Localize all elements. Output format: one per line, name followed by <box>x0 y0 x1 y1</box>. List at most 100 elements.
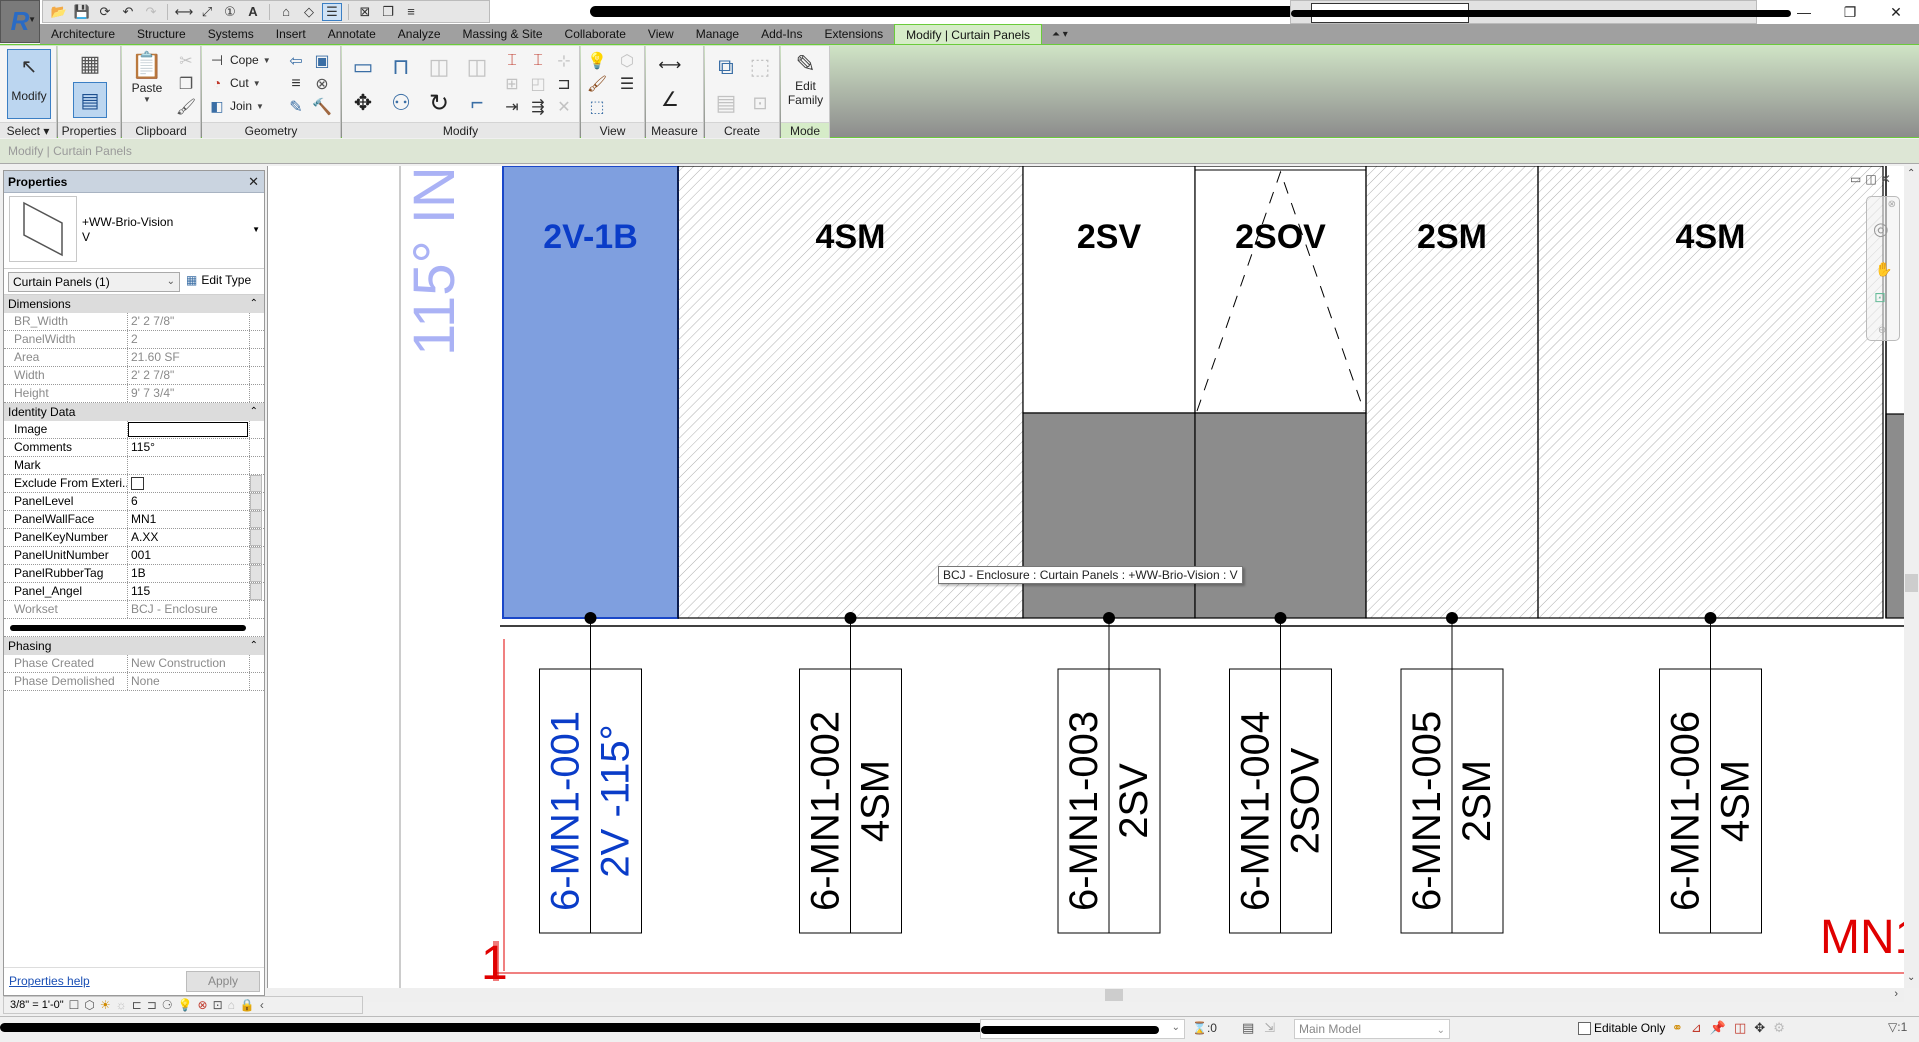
join-roof-icon[interactable]: ≡ <box>284 73 308 95</box>
save-icon[interactable]: 💾 <box>72 3 92 21</box>
drawing-canvas[interactable]: 115° IN 2V-1B 4SM 2SV 2SOV 2SM 4SM 6-MN1-001 2… <box>267 166 1904 988</box>
restore-view-icon[interactable]: ◫ <box>1865 172 1876 186</box>
design-option-select[interactable]: Main Model ⌄ <box>1294 1019 1450 1039</box>
text-icon[interactable]: A <box>243 3 263 21</box>
curtain-panel[interactable]: 4SM <box>677 166 1024 619</box>
associate-parameter-button[interactable] <box>250 547 262 564</box>
edit-type-button[interactable]: ▦ Edit Type <box>186 273 251 287</box>
spandrel[interactable] <box>1194 412 1367 619</box>
panel-tag[interactable]: 6-MN1-006 4SM <box>1659 612 1762 934</box>
select-links-icon[interactable]: ⚭ <box>1672 1020 1683 1036</box>
show-analytical-icon[interactable]: ⌂ <box>228 998 235 1012</box>
show-crop-icon[interactable]: ⊐ <box>147 998 157 1012</box>
close-navbar-icon[interactable]: ⊗ <box>1888 199 1896 210</box>
panel-tag[interactable]: 6-MN1-004 2SOV <box>1229 612 1332 934</box>
scroll-up-icon[interactable]: ⌃ <box>1907 168 1915 179</box>
vertical-scrollbar[interactable]: ⌃ ⌄ <box>1904 166 1919 988</box>
trim-extend-icon[interactable]: ⌐ <box>462 88 492 118</box>
tab-analyze[interactable]: Analyze <box>387 24 452 44</box>
tab-add-ins[interactable]: Add-Ins <box>750 24 813 44</box>
open-icon[interactable]: 📂 <box>49 3 69 21</box>
pan-icon[interactable]: ✋ <box>1875 261 1892 278</box>
wall-joins-icon[interactable]: ⇦ <box>284 50 308 72</box>
drag-on-selection-icon[interactable]: ✥ <box>1754 1020 1765 1036</box>
redo-icon[interactable]: ↷ <box>141 3 161 21</box>
property-value[interactable] <box>128 421 250 438</box>
demolish-icon[interactable]: ⊗ <box>310 73 334 95</box>
scroll-thumb[interactable] <box>1105 989 1123 1001</box>
zoom-region-icon[interactable]: ⊡ <box>1874 289 1886 306</box>
collapse-icon[interactable]: ⌃ <box>250 403 258 421</box>
copy-icon[interactable]: ❐ <box>174 73 198 95</box>
create-parts-icon[interactable]: ▤ <box>711 88 741 118</box>
array-icon[interactable]: ⊞ <box>500 73 524 95</box>
create-group-icon[interactable]: ⊡ <box>745 88 775 118</box>
property-value[interactable]: A.XX <box>128 529 250 546</box>
curtain-panel[interactable]: 4SM <box>1537 166 1884 619</box>
paste-button[interactable]: 📋 Paste ▼ <box>128 50 166 118</box>
visual-style-icon[interactable]: ⬡ <box>84 998 94 1012</box>
curtain-panel[interactable]: 2SOV <box>1194 166 1367 619</box>
navbar-options-icon[interactable]: ⊖ <box>1878 325 1886 336</box>
temporary-hide-icon[interactable]: ⚆ <box>162 998 173 1012</box>
filter-icon[interactable]: ▽:1 <box>1888 1020 1907 1034</box>
collapse-icon[interactable]: ⌃ <box>250 637 258 655</box>
customize-icon[interactable]: ≡ <box>401 3 421 21</box>
close-view-icon[interactable]: ✕ <box>1881 172 1891 186</box>
tab-manage[interactable]: Manage <box>685 24 750 44</box>
cut-clipboard-icon[interactable]: ✂ <box>174 50 198 72</box>
edit-family-button[interactable]: ✎ Edit Family <box>783 50 828 118</box>
panel-tag[interactable]: 6-MN1-002 4SM <box>799 612 902 934</box>
panel-tag[interactable]: 6-MN1-005 2SM <box>1400 612 1504 934</box>
delete-icon[interactable]: ✕ <box>552 96 576 118</box>
tab-architecture[interactable]: Architecture <box>40 24 126 44</box>
tab-collaborate[interactable]: Collaborate <box>554 24 637 44</box>
override-graphics-icon[interactable]: ⬡ <box>615 50 639 72</box>
minimize-button[interactable]: — <box>1781 0 1827 24</box>
panel-tag[interactable]: 6-MN1-001 2V -115° <box>539 612 642 934</box>
2d-wheel-icon[interactable]: ◎ <box>1873 219 1889 240</box>
property-group-header[interactable]: Phasing ⌃ <box>4 637 264 655</box>
tab-systems[interactable]: Systems <box>197 24 265 44</box>
scroll-thumb[interactable] <box>1905 574 1918 592</box>
design-options-icon[interactable]: ⇲ <box>1264 1020 1275 1036</box>
modify-button[interactable]: ↖ Modify <box>7 49 51 119</box>
unpin-icon[interactable]: ⊹ <box>552 50 576 72</box>
temporary-view-properties-icon[interactable]: ⊡ <box>213 998 223 1012</box>
tab-insert[interactable]: Insert <box>265 24 317 44</box>
panel-tag[interactable]: 6-MN1-003 2SV <box>1057 612 1161 934</box>
create-assembly-icon[interactable]: ⧉ <box>711 52 741 82</box>
apply-button[interactable]: Apply <box>186 971 260 992</box>
move-icon[interactable]: ✥ <box>348 88 378 118</box>
property-value[interactable]: 115° <box>128 439 250 456</box>
copy-element-icon[interactable]: ⚇ <box>386 88 416 118</box>
scale-icon[interactable]: ◰ <box>526 73 550 95</box>
angular-dimension-icon[interactable]: ∠ <box>652 88 688 111</box>
override-by-element-icon[interactable]: ☰ <box>615 73 639 95</box>
background-processes-icon[interactable]: ⚙ <box>1773 1020 1785 1036</box>
scroll-right-icon[interactable]: › <box>1894 988 1898 1000</box>
tab-modify-curtain-panels[interactable]: Modify | Curtain Panels <box>894 24 1042 44</box>
3d-view-icon[interactable]: ⌂ <box>276 3 296 21</box>
curtain-panel[interactable]: 2SM <box>1365 166 1539 619</box>
close-hidden-icon[interactable]: ⊠ <box>355 3 375 21</box>
close-icon[interactable]: ✕ <box>248 174 259 190</box>
select-underlay-icon[interactable]: ⊿ <box>1691 1020 1702 1036</box>
selection-box-icon[interactable]: ⬚ <box>585 96 609 118</box>
property-value[interactable]: 6 <box>128 493 250 510</box>
mirror-pick-axis-icon[interactable]: ◫ <box>424 52 454 82</box>
tab-annotate[interactable]: Annotate <box>317 24 387 44</box>
horizontal-scrollbar[interactable]: › <box>267 988 1904 1002</box>
cut-geometry-button[interactable]: ◔ Cut ▼ <box>208 72 261 94</box>
mirror-draw-axis-icon[interactable]: ◫ <box>462 52 492 82</box>
thin-lines-icon[interactable]: ☰ <box>322 2 342 21</box>
sun-path-icon[interactable]: ☀ <box>100 998 111 1012</box>
split-face-icon[interactable]: ▣ <box>310 50 334 72</box>
select-pinned-icon[interactable]: 📌 <box>1710 1020 1726 1036</box>
instance-filter-select[interactable]: Curtain Panels (1) ⌄ <box>8 272 180 292</box>
create-similar-icon[interactable]: ⬚ <box>745 52 775 82</box>
property-value[interactable]: 001 <box>128 547 250 564</box>
linework-icon[interactable]: 🖌 <box>585 73 609 95</box>
type-properties-icon[interactable]: ▦ <box>76 50 104 78</box>
lock-3d-icon[interactable]: 🔒 <box>240 998 255 1012</box>
